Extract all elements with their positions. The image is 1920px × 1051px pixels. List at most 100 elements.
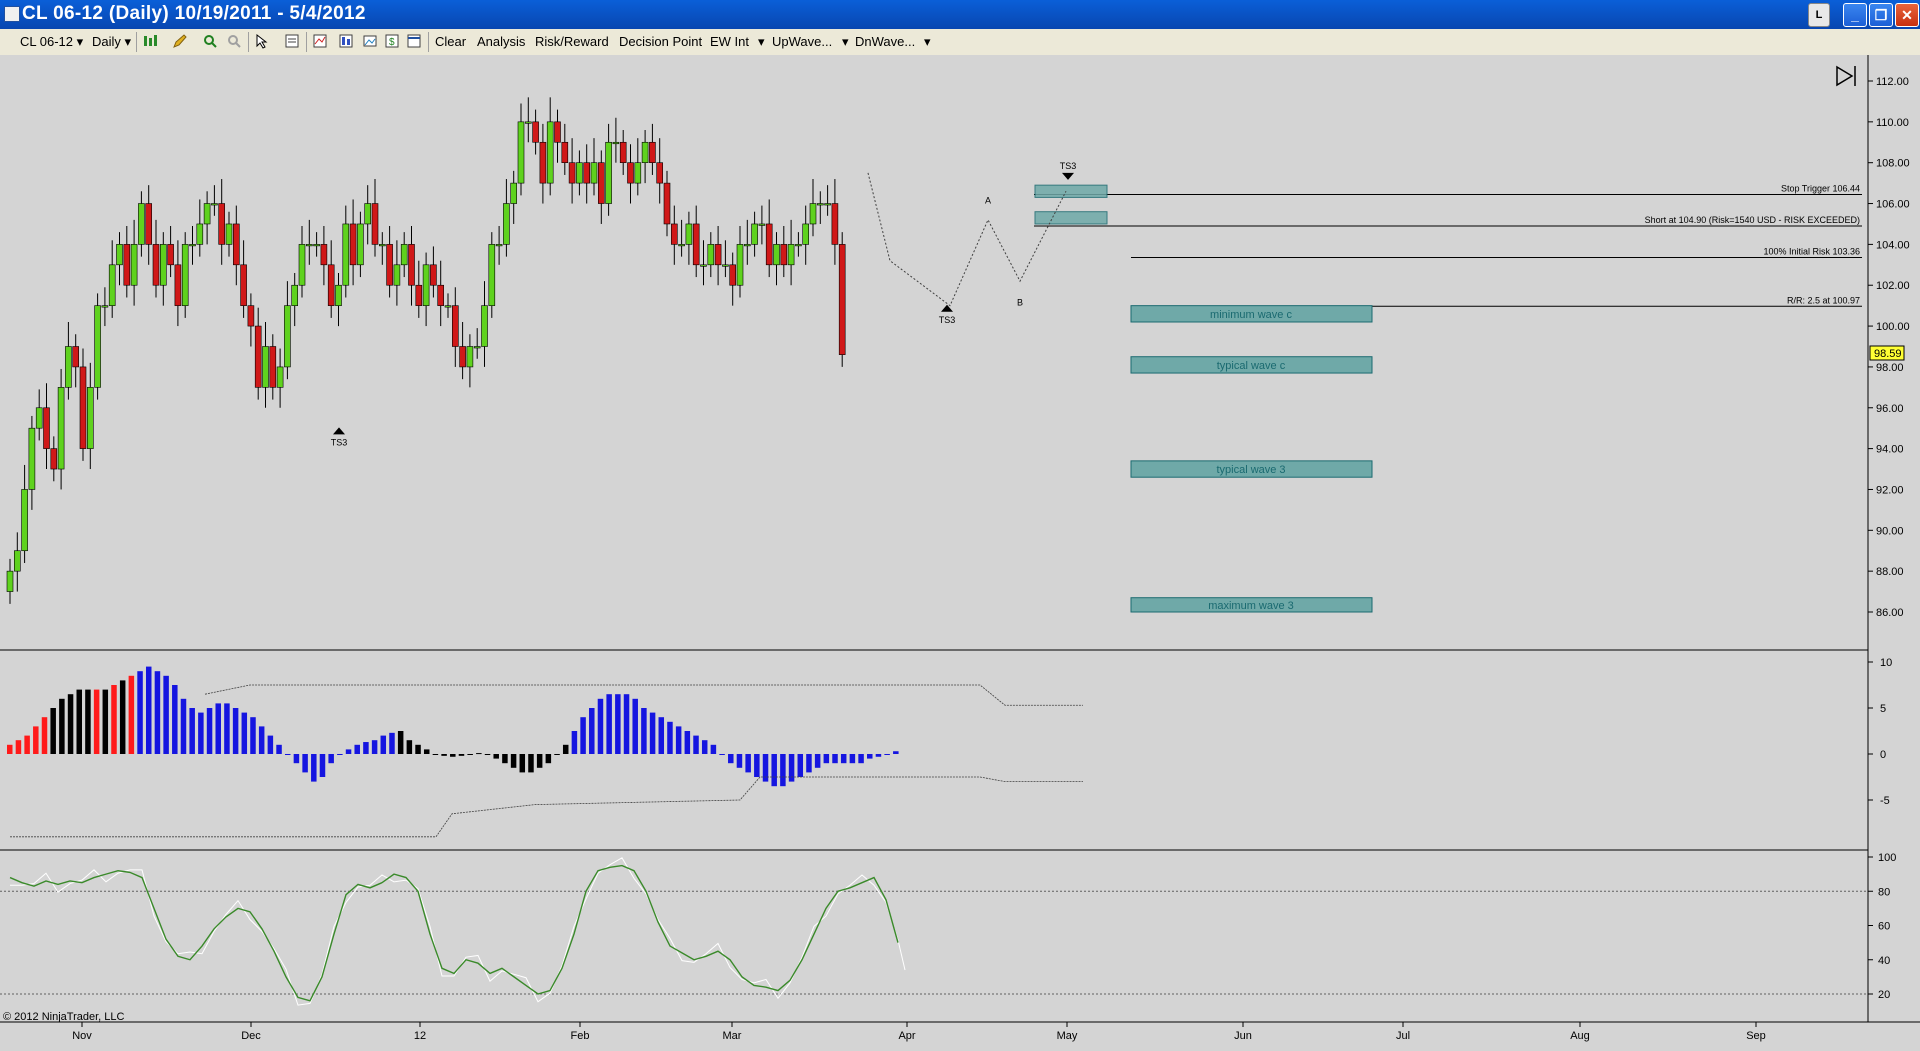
oscillator-bar [571, 731, 578, 754]
oscillator-bar [780, 754, 786, 787]
up-candle [707, 244, 715, 266]
window-title: CL 06-12 (Daily) 10/19/2011 - 5/4/2012 [22, 3, 366, 24]
pencil-icon[interactable] [172, 33, 188, 49]
strategies-icon[interactable] [338, 33, 354, 49]
dnwave-dropdown-icon[interactable]: ▾ [924, 34, 931, 50]
up-candle [101, 305, 109, 308]
risk-reward-button[interactable]: Risk/Reward [535, 34, 609, 49]
up-candle [546, 121, 554, 184]
close-button[interactable]: ✕ [1895, 3, 1919, 27]
layout-button[interactable]: L [1808, 3, 1830, 27]
period-label: Daily [92, 34, 121, 49]
oscillator-bar [232, 708, 239, 754]
x-axis-label: Aug [1570, 1030, 1590, 1042]
up-candle [225, 223, 233, 245]
clear-button[interactable]: Clear [435, 34, 466, 49]
stoch-axis-label: 60 [1878, 921, 1890, 933]
toolbar-separator [136, 32, 137, 52]
up-candle [773, 244, 780, 266]
zoom-in-icon[interactable] [202, 33, 218, 49]
up-candle [284, 305, 291, 368]
upwave-button[interactable]: UpWave... [772, 34, 832, 49]
analysis-button[interactable]: Analysis [477, 34, 525, 49]
svg-text:98.59: 98.59 [1874, 348, 1902, 360]
down-candle [729, 264, 737, 286]
cursor-icon[interactable] [254, 33, 270, 49]
ew-int-button[interactable]: EW Int [710, 34, 749, 49]
down-candle [780, 244, 788, 266]
up-candle [743, 244, 751, 247]
down-candle [72, 346, 79, 368]
data-box-icon[interactable] [406, 33, 422, 49]
stoch-axis-label: 40 [1878, 955, 1890, 967]
down-candle [386, 244, 393, 286]
oscillator-bar [145, 666, 152, 754]
up-candle [488, 244, 496, 306]
dollar-icon[interactable]: $ [384, 33, 400, 49]
down-candle [663, 182, 671, 225]
price-axis-label: 102.00 [1876, 280, 1910, 292]
properties-icon[interactable] [284, 33, 300, 49]
oscillator-bar [641, 708, 647, 754]
up-candle [751, 223, 758, 245]
chart-image-icon[interactable] [362, 33, 378, 49]
up-candle [108, 264, 116, 306]
oscillator-bar [267, 735, 274, 754]
oscillator-bar [302, 754, 308, 773]
upwave-dropdown-icon[interactable]: ▾ [842, 34, 849, 50]
restore-button[interactable]: ❐ [1869, 3, 1893, 27]
price-axis-label: 92.00 [1876, 484, 1904, 496]
signal-label: B [1017, 298, 1023, 308]
up-candle [189, 244, 196, 247]
minimize-button[interactable]: _ [1843, 3, 1867, 27]
stoch-axis-label: 80 [1878, 886, 1890, 898]
oscillator-bar [380, 735, 387, 754]
toolbar-separator [428, 32, 429, 52]
up-candle [364, 203, 372, 225]
zoom-out-icon[interactable] [226, 33, 242, 49]
up-candle [795, 244, 802, 247]
down-candle [539, 141, 547, 184]
indicators-icon[interactable] [312, 33, 328, 49]
instrument-selector[interactable]: CL 06-12 ▾ [20, 34, 83, 50]
oscillator-bar [589, 708, 595, 754]
instrument-label: CL 06-12 [20, 34, 73, 49]
period-selector[interactable]: Daily ▾ [92, 34, 131, 50]
oscillator-bar [832, 754, 838, 764]
oscillator-bar [345, 749, 352, 754]
oscillator-bar [128, 675, 135, 754]
decision-point-button[interactable]: Decision Point [619, 34, 702, 49]
dnwave-button[interactable]: DnWave... [855, 34, 915, 49]
down-candle [79, 366, 87, 449]
oscillator-bar [389, 732, 395, 754]
up-candle [130, 244, 138, 286]
down-candle [692, 223, 700, 266]
down-candle [152, 244, 160, 286]
oscillator-bar [337, 754, 343, 755]
window-title-bar: CL 06-12 (Daily) 10/19/2011 - 5/4/2012 L… [0, 0, 1920, 29]
up-candle [94, 305, 101, 388]
up-candle [116, 244, 123, 266]
down-candle [831, 203, 839, 245]
down-candle [145, 203, 152, 245]
down-candle [247, 305, 255, 327]
up-candle [576, 162, 583, 184]
oscillator-bar [241, 712, 248, 754]
oscillator-bar [50, 708, 56, 754]
bar-type-icon[interactable] [142, 33, 158, 49]
down-candle [174, 264, 182, 306]
oscillator-bar [215, 703, 221, 754]
down-candle [50, 448, 58, 470]
ew-int-dropdown-icon[interactable]: ▾ [758, 34, 765, 50]
down-candle [627, 162, 634, 184]
price-axis-label: 86.00 [1876, 607, 1904, 619]
oscillator-bar [554, 754, 560, 755]
up-candle [6, 570, 14, 592]
down-candle [43, 407, 50, 449]
down-candle [430, 264, 437, 286]
chart-area[interactable]: Stop Trigger 106.44 Short at 104.90 (Risk… [0, 55, 1920, 1051]
risk-line-label: Short at 104.90 (Risk=1540 USD - RISK EX… [1645, 215, 1860, 225]
target-zone-label: minimum wave c [1210, 309, 1292, 321]
up-candle [400, 244, 408, 266]
up-candle [262, 346, 269, 388]
